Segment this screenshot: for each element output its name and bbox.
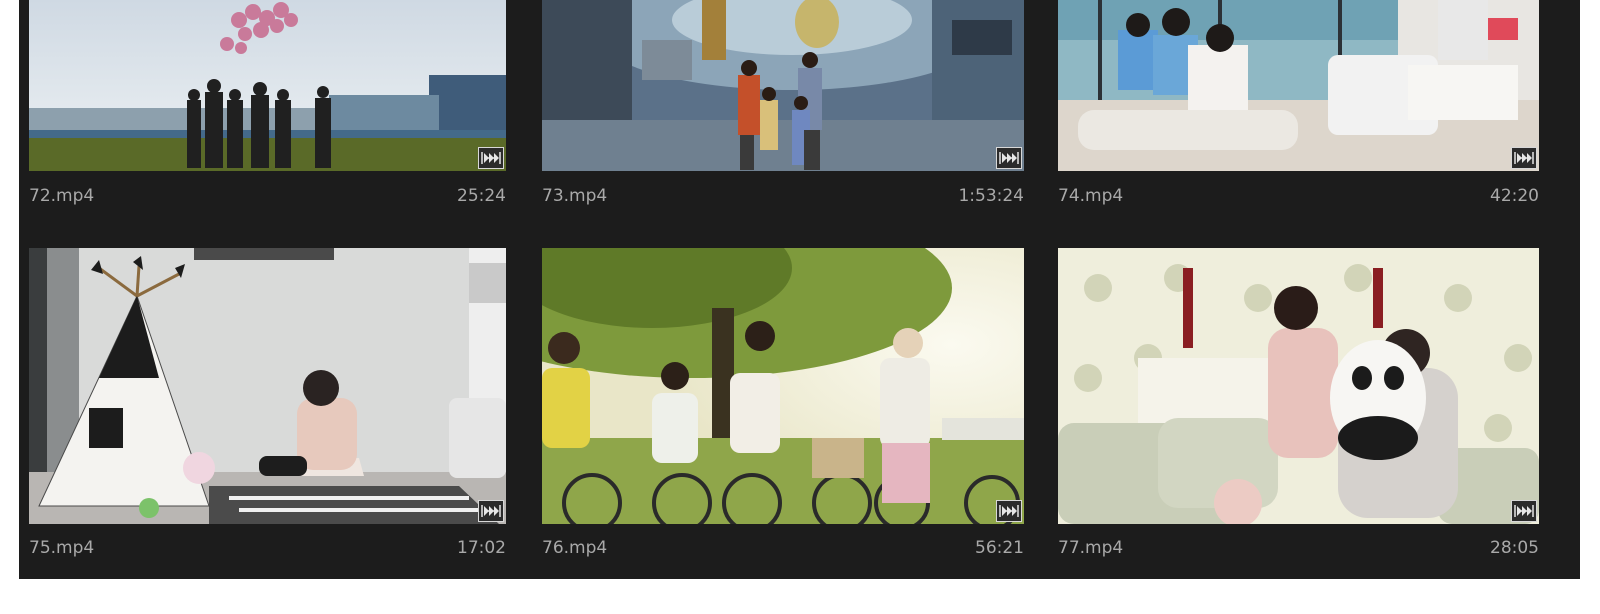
clip-tile-77[interactable]: 77.mp4 28:05 (1058, 248, 1539, 568)
audio-video-clip-icon (478, 147, 504, 169)
audio-video-clip-icon (1511, 500, 1537, 522)
clip-duration: 42:20 (1490, 186, 1539, 206)
clip-duration: 17:02 (457, 538, 506, 558)
clip-tile-74[interactable]: 74.mp4 42:20 (1058, 0, 1539, 215)
audio-video-clip-icon (1511, 147, 1537, 169)
clip-tile-73[interactable]: 73.mp4 1:53:24 (542, 0, 1024, 215)
clip-duration: 56:21 (975, 538, 1024, 558)
clip-filename: 74.mp4 (1058, 186, 1124, 206)
clip-filename: 76.mp4 (542, 538, 608, 558)
media-browser-grid: 72.mp4 25:24 73.mp4 1:53:24 74.mp4 42:20… (19, 0, 1580, 579)
clip-tile-72[interactable]: 72.mp4 25:24 (29, 0, 506, 215)
clip-filename: 77.mp4 (1058, 538, 1124, 558)
audio-video-clip-icon (478, 500, 504, 522)
clip-duration: 28:05 (1490, 538, 1539, 558)
clip-thumbnail[interactable] (29, 248, 506, 524)
clip-duration: 25:24 (457, 186, 506, 206)
clip-thumbnail[interactable] (542, 0, 1024, 171)
clip-duration: 1:53:24 (958, 186, 1024, 206)
clip-thumbnail[interactable] (1058, 0, 1539, 171)
audio-video-clip-icon (996, 147, 1022, 169)
clip-tile-76[interactable]: 76.mp4 56:21 (542, 248, 1024, 568)
clip-filename: 72.mp4 (29, 186, 95, 206)
clip-tile-75[interactable]: 75.mp4 17:02 (29, 248, 506, 568)
clip-thumbnail[interactable] (29, 0, 506, 171)
audio-video-clip-icon (996, 500, 1022, 522)
clip-thumbnail[interactable] (542, 248, 1024, 524)
clip-filename: 73.mp4 (542, 186, 608, 206)
clip-filename: 75.mp4 (29, 538, 95, 558)
clip-thumbnail[interactable] (1058, 248, 1539, 524)
